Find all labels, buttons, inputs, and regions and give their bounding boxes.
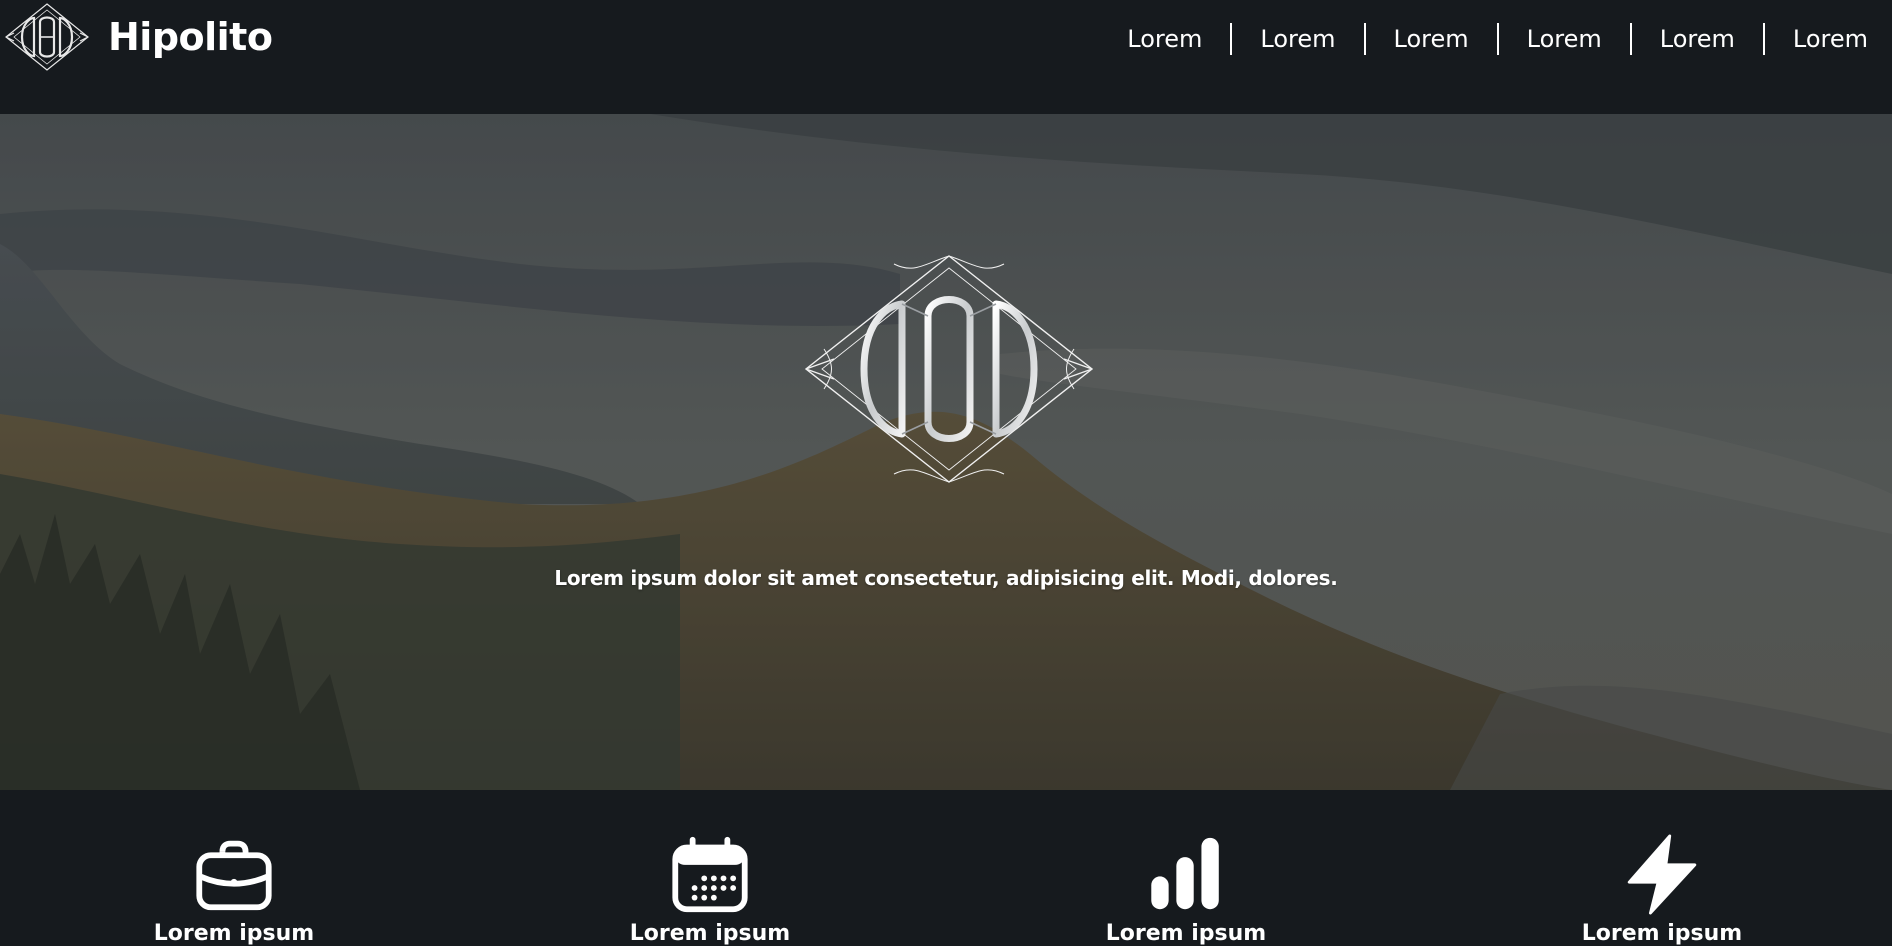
hero-tagline: Lorem ipsum dolor sit amet consectetur, …	[554, 566, 1338, 590]
nav-link-3[interactable]: Lorem	[1366, 22, 1497, 56]
feature-label: Lorem ipsum	[1105, 921, 1267, 946]
briefcase-icon	[196, 840, 272, 911]
feature-label: Lorem ipsum	[629, 921, 791, 946]
calendar-icon	[672, 836, 748, 913]
feature-label: Lorem ipsum	[1581, 921, 1743, 946]
nav-item: Lorem	[1765, 22, 1868, 56]
hero-section: Lorem ipsum dolor sit amet consectetur, …	[0, 114, 1892, 790]
nav-item: Lorem	[1499, 22, 1630, 56]
feature-label: Lorem ipsum	[153, 921, 315, 946]
diamond-monogram-logo-icon	[5, 3, 89, 71]
nav-item: Lorem	[1099, 22, 1230, 56]
nav-link-5[interactable]: Lorem	[1632, 22, 1763, 56]
brand-link[interactable]: Hipolito	[4, 2, 273, 72]
nav-item: Lorem	[1366, 22, 1497, 56]
features-section: Lorem ipsum Lorem ipsum Lorem ipsum Lore…	[0, 790, 1892, 946]
lightning-icon	[1627, 834, 1697, 915]
feature-item: Lorem ipsum	[1066, 790, 1306, 946]
main-nav: Lorem Lorem Lorem Lorem Lorem Lorem	[1099, 22, 1868, 56]
diamond-monogram-emblem-icon	[804, 255, 1094, 483]
nav-link-1[interactable]: Lorem	[1099, 22, 1230, 56]
nav-item: Lorem	[1232, 22, 1363, 56]
feature-item: Lorem ipsum	[114, 790, 354, 946]
feature-item: Lorem ipsum	[1542, 790, 1782, 946]
feature-item: Lorem ipsum	[590, 790, 830, 946]
nav-link-4[interactable]: Lorem	[1499, 22, 1630, 56]
brand-name: Hipolito	[108, 15, 273, 59]
bar-chart-icon	[1151, 837, 1219, 910]
navbar: Hipolito Lorem Lorem Lorem Lorem Lorem L…	[0, 0, 1892, 114]
nav-item: Lorem	[1632, 22, 1763, 56]
nav-link-6[interactable]: Lorem	[1765, 22, 1868, 56]
nav-link-2[interactable]: Lorem	[1232, 22, 1363, 56]
